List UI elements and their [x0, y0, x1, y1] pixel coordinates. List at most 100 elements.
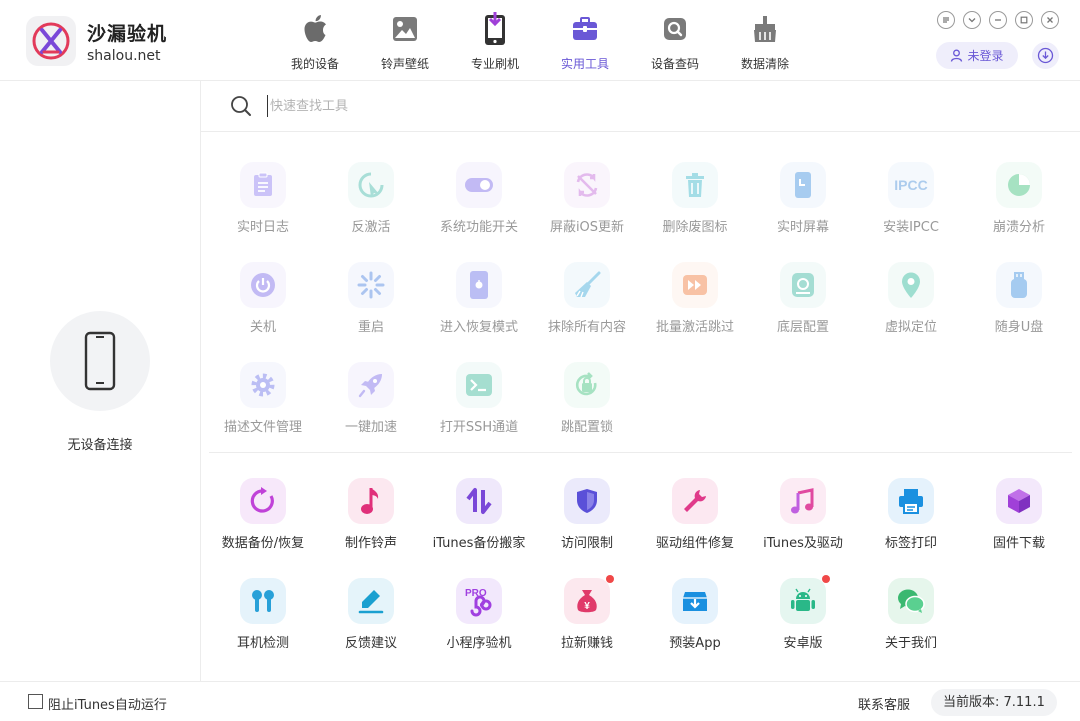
backup-icon: [240, 478, 286, 524]
tool-skip-config-lock[interactable]: 跳配置锁: [533, 362, 641, 435]
nav-pro-flash[interactable]: 专业刷机: [450, 12, 540, 74]
tool-label: 拉新赚钱: [560, 636, 613, 651]
tool-label: 耳机检测: [236, 636, 289, 651]
nav-data-clear[interactable]: 数据清除: [720, 12, 810, 74]
search-code-icon: [630, 12, 720, 46]
tool-label: 小程序验机: [446, 636, 512, 651]
dropdown-window-button[interactable]: [963, 11, 981, 29]
logo-icon: [26, 16, 76, 66]
tool-earphone-test[interactable]: 耳机检测: [209, 578, 317, 651]
block-itunes-checkbox[interactable]: [28, 694, 43, 709]
tool-erase-all[interactable]: 抹除所有内容: [533, 262, 641, 335]
tool-block-ios-update[interactable]: 屏蔽iOS更新: [533, 162, 641, 235]
pie-chart-icon: [996, 162, 1042, 208]
tool-referral-earn[interactable]: ¥ 拉新赚钱: [533, 575, 641, 651]
new-badge: [606, 575, 614, 583]
tool-label: 删除废图标: [662, 220, 728, 235]
nav-utilities[interactable]: 实用工具: [540, 12, 630, 74]
printer-icon: [888, 478, 934, 524]
tool-feedback[interactable]: 反馈建议: [317, 578, 425, 651]
contact-support-link[interactable]: 联系客服: [858, 694, 910, 713]
tool-android-version[interactable]: 安卓版: [749, 575, 857, 651]
block-update-icon: [564, 162, 610, 208]
nav-ringtone-wallpaper[interactable]: 铃声壁纸: [360, 12, 450, 74]
tool-profile-manager[interactable]: 描述文件管理: [209, 362, 317, 435]
wrench-icon: [672, 478, 718, 524]
nav-my-device[interactable]: 我的设备: [270, 12, 360, 74]
tool-realtime-screen[interactable]: 实时屏幕: [749, 162, 857, 235]
tool-label: 一键加速: [344, 420, 397, 435]
chat-icon: [888, 578, 934, 624]
search-icon: [230, 95, 252, 121]
tool-firmware-download[interactable]: 固件下载: [965, 478, 1073, 551]
tool-label: 安卓版: [783, 636, 823, 651]
edit-icon: [348, 578, 394, 624]
tool-driver-repair[interactable]: 驱动组件修复: [641, 478, 749, 551]
tool-label: 数据备份/恢复: [221, 536, 305, 551]
tool-itunes-backup-move[interactable]: iTunes备份搬家: [425, 478, 533, 551]
tool-open-ssh[interactable]: 打开SSH通道: [425, 362, 533, 435]
app-download-icon: [672, 578, 718, 624]
tool-batch-activate-skip[interactable]: 批量激活跳过: [641, 262, 749, 335]
tool-label: iTunes备份搬家: [432, 536, 526, 551]
toolbox-icon: [540, 12, 630, 46]
maximize-button[interactable]: [1015, 11, 1033, 29]
tool-label: 驱动组件修复: [655, 536, 734, 551]
tool-label: 重启: [357, 320, 384, 335]
tool-low-level-config[interactable]: 底层配置: [749, 262, 857, 335]
tool-search-input[interactable]: [267, 95, 767, 117]
menu-lines-icon: [943, 17, 949, 23]
tool-crash-analysis[interactable]: 崩溃分析: [965, 162, 1073, 235]
tool-label: 崩溃分析: [992, 220, 1045, 235]
close-button[interactable]: [1041, 11, 1059, 29]
tool-make-ringtone[interactable]: 制作铃声: [317, 478, 425, 551]
tool-itunes-driver[interactable]: iTunes及驱动: [749, 478, 857, 551]
tool-label: 制作铃声: [344, 536, 397, 551]
tool-deactivate[interactable]: 反激活: [317, 162, 425, 235]
tool-label: 标签打印: [884, 536, 937, 551]
tool-about-us[interactable]: 关于我们: [857, 578, 965, 651]
tool-mini-program-check[interactable]: PRO 小程序验机: [425, 578, 533, 651]
tool-preinstall-app[interactable]: 预装App: [641, 578, 749, 651]
tool-access-restriction[interactable]: 访问限制: [533, 478, 641, 551]
feedback-window-button[interactable]: [937, 11, 955, 29]
minimize-button[interactable]: [989, 11, 1007, 29]
login-button[interactable]: 未登录: [936, 42, 1018, 69]
login-label: 未登录: [967, 49, 1004, 63]
nav-label: 设备查码: [650, 57, 699, 71]
tool-label-print[interactable]: 标签打印: [857, 478, 965, 551]
app-name: 沙漏验机: [87, 23, 168, 45]
shield-icon: [564, 478, 610, 524]
block-itunes-label: 阻止iTunes自动运行: [48, 698, 167, 713]
pointer-icon: [348, 162, 394, 208]
tool-virtual-location[interactable]: 虚拟定位: [857, 262, 965, 335]
tool-install-ipcc[interactable]: IPCC 安装IPCC: [857, 162, 965, 235]
restart-icon: [348, 262, 394, 308]
download-manager-button[interactable]: [1032, 42, 1059, 69]
tool-restart[interactable]: 重启: [317, 262, 425, 335]
tool-shutdown[interactable]: 关机: [209, 262, 317, 335]
terminal-icon: [456, 362, 502, 408]
tool-label: 屏蔽iOS更新: [549, 220, 625, 235]
header: 沙漏验机 shalou.net 我的设备 铃声壁纸 专业刷机 实用工具 设备查码…: [0, 0, 1080, 81]
tool-one-click-boost[interactable]: 一键加速: [317, 362, 425, 435]
new-badge: [822, 575, 830, 583]
tool-usb-drive[interactable]: 随身U盘: [965, 262, 1073, 335]
tool-label: 打开SSH通道: [439, 420, 519, 435]
nav-device-code[interactable]: 设备查码: [630, 12, 720, 74]
tool-recovery-mode[interactable]: 进入恢复模式: [425, 262, 533, 335]
user-icon: [951, 49, 963, 62]
android-icon: [780, 575, 830, 624]
tool-label: 描述文件管理: [223, 420, 302, 435]
tool-realtime-log[interactable]: 实时日志: [209, 162, 317, 235]
download-icon: [1037, 47, 1054, 64]
tool-backup-restore[interactable]: 数据备份/恢复: [209, 478, 317, 551]
tool-label: 固件下载: [992, 536, 1045, 551]
money-bag-icon: ¥: [564, 575, 614, 624]
recovery-icon: [456, 262, 502, 308]
tool-delete-icons[interactable]: 删除废图标: [641, 162, 749, 235]
apple-icon: [270, 12, 360, 46]
nav-label: 专业刷机: [470, 57, 519, 71]
tool-system-toggle[interactable]: 系统功能开关: [425, 162, 533, 235]
location-icon: [888, 262, 934, 308]
